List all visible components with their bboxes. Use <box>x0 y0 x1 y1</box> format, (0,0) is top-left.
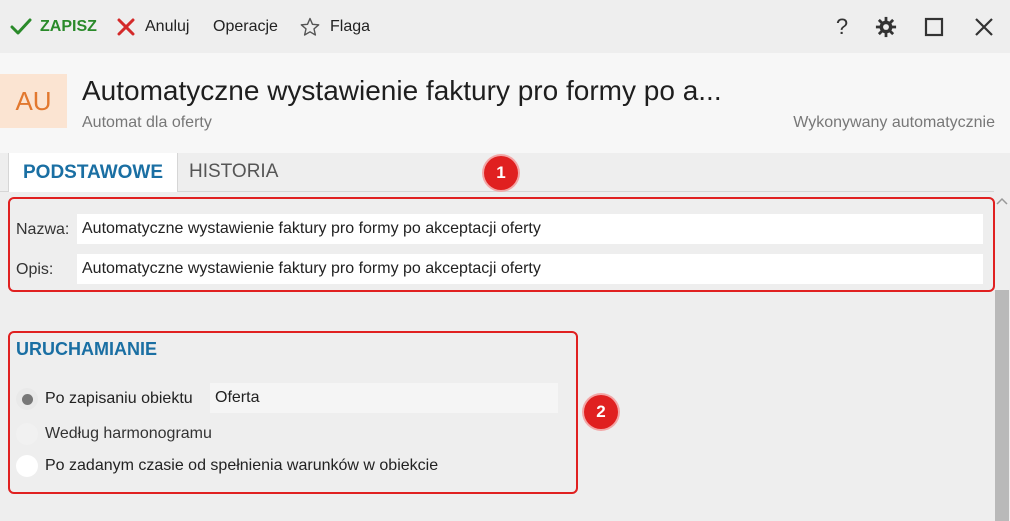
cancel-button[interactable]: Anuluj <box>117 0 189 53</box>
tab-history[interactable]: HISTORIA <box>175 153 292 191</box>
operations-menu-button[interactable]: Operacje <box>213 0 278 53</box>
x-icon <box>117 18 135 35</box>
avatar: AU <box>0 74 67 128</box>
help-button[interactable]: ? <box>827 0 857 53</box>
scroll-up-icon[interactable] <box>994 193 1010 209</box>
toolbar: ZAPISZ Anuluj Operacje Flaga ? <box>0 0 1010 53</box>
page-title: Automatyczne wystawienie faktury pro for… <box>82 75 722 106</box>
save-label: ZAPISZ <box>40 17 97 35</box>
maximize-button[interactable] <box>919 0 949 53</box>
settings-button[interactable] <box>871 0 901 53</box>
flag-label: Flaga <box>330 17 371 35</box>
cancel-label: Anuluj <box>145 17 190 35</box>
operations-label: Operacje <box>213 17 278 35</box>
maximize-icon <box>924 17 944 36</box>
close-icon <box>975 17 993 36</box>
close-button[interactable] <box>969 0 999 53</box>
gear-icon <box>875 16 897 37</box>
annotation-box-1 <box>8 197 995 292</box>
check-icon <box>10 18 32 34</box>
annotation-box-2 <box>8 331 578 494</box>
annotation-badge-1: 1 <box>484 156 518 190</box>
execution-mode-label: Wykonywany automatycznie <box>793 114 995 131</box>
scrollbar-thumb[interactable] <box>995 290 1009 521</box>
question-icon: ? <box>835 13 849 39</box>
flag-button[interactable]: Flaga <box>300 0 370 53</box>
star-icon <box>300 17 320 36</box>
record-header: AU Automatyczne wystawienie faktury pro … <box>0 53 1010 153</box>
annotation-badge-2: 2 <box>584 395 618 429</box>
save-button[interactable]: ZAPISZ <box>10 0 97 53</box>
page-subtitle: Automat dla oferty <box>82 114 212 131</box>
tab-basic[interactable]: PODSTAWOWE <box>8 153 179 192</box>
